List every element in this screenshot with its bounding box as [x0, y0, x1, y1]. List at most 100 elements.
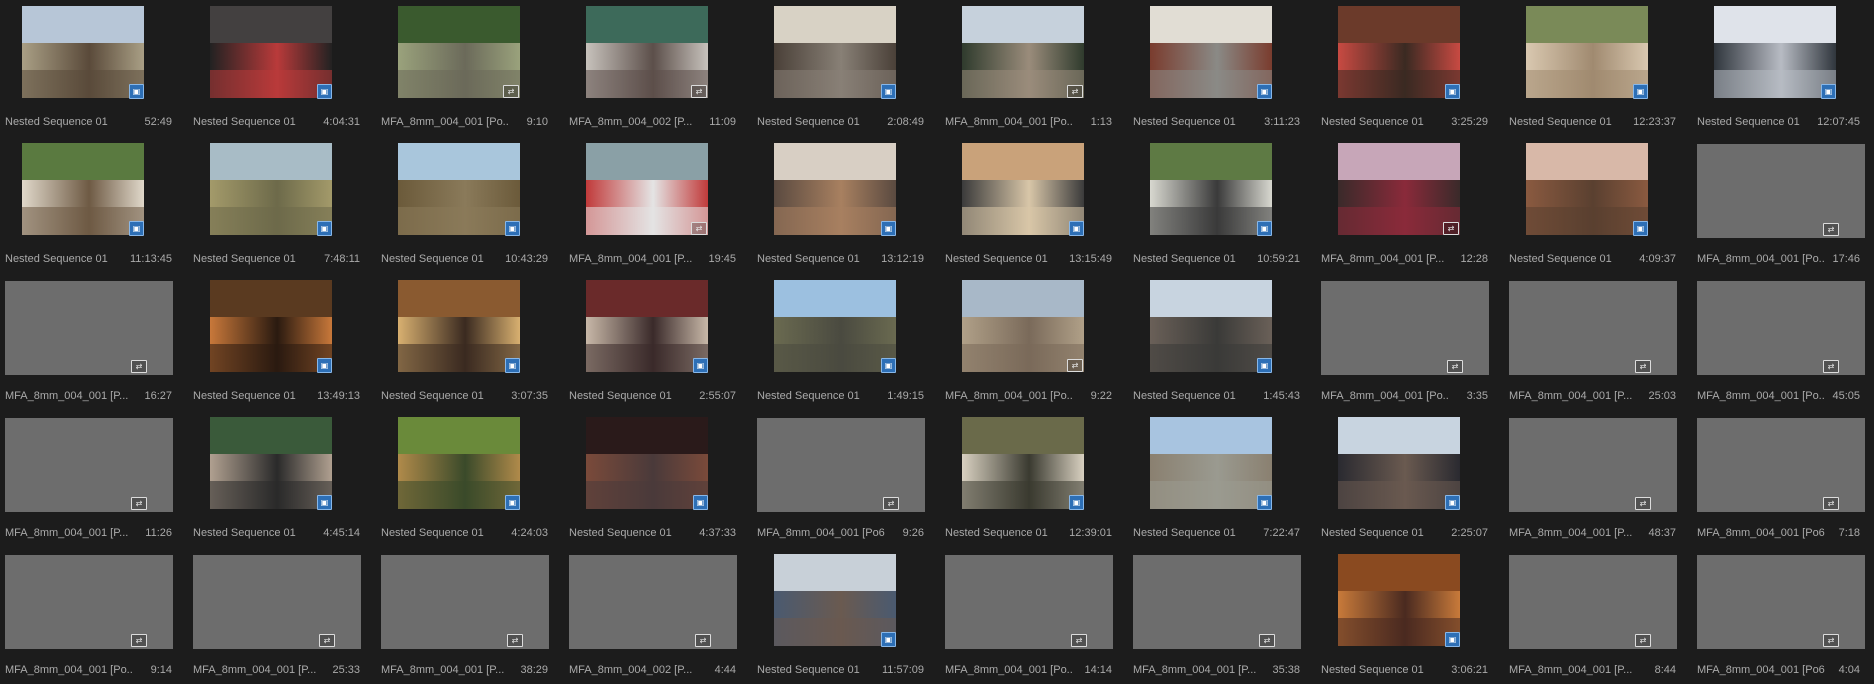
- clip-name: Nested Sequence 01: [381, 390, 484, 402]
- clip-tile[interactable]: ⇄ MFA_8mm_004_001 [P... 35:38: [1128, 554, 1301, 684]
- clip-tile[interactable]: ▣ Nested Sequence 01 2:25:07: [1316, 417, 1488, 547]
- clip-duration: 9:22: [1090, 390, 1112, 402]
- clip-name: Nested Sequence 01: [193, 527, 296, 539]
- clip-tile[interactable]: ▣ Nested Sequence 01 11:13:45: [0, 143, 172, 273]
- clip-tile[interactable]: ⇄ MFA_8mm_004_001 [Po... 9:10: [376, 6, 548, 136]
- clip-tile[interactable]: ▣ Nested Sequence 01 3:06:21: [1316, 554, 1488, 684]
- clip-tile[interactable]: ⇄ MFA_8mm_004_001 [P... 16:27: [0, 280, 173, 410]
- clip-tile[interactable]: ▣ Nested Sequence 01 3:11:23: [1128, 6, 1300, 136]
- clip-duration: 19:45: [708, 253, 736, 265]
- clip-tile[interactable]: ▣ Nested Sequence 01 7:22:47: [1128, 417, 1300, 547]
- clip-tile[interactable]: ⇄ MFA_8mm_004_002 [P... 11:09: [564, 6, 736, 136]
- clip-thumbnail: [1338, 6, 1460, 98]
- clip-tile[interactable]: ⇄ MFA_8mm_004_001 [P... 11:26: [0, 417, 173, 547]
- clip-duration: 4:04:31: [323, 116, 360, 128]
- clip-name: MFA_8mm_004_002 [P...: [569, 664, 693, 676]
- clip-thumbnail: [1338, 554, 1460, 646]
- clip-tile[interactable]: ▣ Nested Sequence 01 13:12:19: [752, 143, 924, 273]
- clip-tile[interactable]: ▣ Nested Sequence 01 4:04:31: [188, 6, 360, 136]
- clip-tile[interactable]: ⇄ MFA_8mm_004_001 [P... 25:03: [1504, 280, 1677, 410]
- clip-tile[interactable]: ⇄ MFA_8mm_004_001 [Po... 3:35: [1316, 280, 1489, 410]
- video-clip-icon: ⇄: [1067, 359, 1083, 372]
- clip-tile[interactable]: ▣ Nested Sequence 01 13:15:49: [940, 143, 1112, 273]
- clip-tile[interactable]: ▣ Nested Sequence 01 3:25:29: [1316, 6, 1488, 136]
- clip-tile[interactable]: ▣ Nested Sequence 01 2:55:07: [564, 280, 736, 410]
- clip-tile[interactable]: ⇄ MFA_8mm_004_001 [P... 19:45: [564, 143, 736, 273]
- clip-tile[interactable]: ▣ Nested Sequence 01 12:39:01: [940, 417, 1112, 547]
- nested-sequence-icon: ▣: [1257, 358, 1272, 373]
- video-clip-icon: ⇄: [1823, 360, 1839, 373]
- clip-tile[interactable]: ⇄ MFA_8mm_004_001 [P... 8:44: [1504, 554, 1677, 684]
- clip-name: Nested Sequence 01: [1697, 116, 1800, 128]
- clip-tile[interactable]: ▣ Nested Sequence 01 12:23:37: [1504, 6, 1676, 136]
- clip-tile[interactable]: ▣ Nested Sequence 01 12:07:45: [1692, 6, 1860, 136]
- clip-tile[interactable]: ⇄ MFA_8mm_004_001 [Po... 17:46: [1692, 143, 1865, 273]
- clip-thumbnail: [774, 280, 896, 372]
- clip-tile[interactable]: ▣ Nested Sequence 01 11:57:09: [752, 554, 924, 684]
- clip-tile[interactable]: ▣ Nested Sequence 01 4:09:37: [1504, 143, 1676, 273]
- clip-duration: 38:29: [520, 664, 548, 676]
- clip-tile[interactable]: ▣ Nested Sequence 01 4:45:14: [188, 417, 360, 547]
- clip-tile[interactable]: ⇄ MFA_8mm_004_002 [P... 4:44: [564, 554, 737, 684]
- clip-thumbnail: [586, 143, 708, 235]
- clip-name: Nested Sequence 01: [1509, 253, 1612, 265]
- video-clip-icon: ⇄: [1635, 634, 1651, 647]
- video-clip-icon: ⇄: [691, 85, 707, 98]
- clip-thumbnail-placeholder: [1509, 418, 1677, 512]
- video-clip-icon: ⇄: [1635, 497, 1651, 510]
- clip-tile[interactable]: ⇄ MFA_8mm_004_001 [Po6... 4:04: [1692, 554, 1865, 684]
- clip-name: Nested Sequence 01: [569, 390, 672, 402]
- clip-name: MFA_8mm_004_001 [P...: [193, 664, 317, 676]
- clip-thumbnail-placeholder: [5, 281, 173, 375]
- clip-thumbnail: [586, 280, 708, 372]
- clip-tile[interactable]: ⇄ MFA_8mm_004_001 [Po... 9:22: [940, 280, 1112, 410]
- clip-name: Nested Sequence 01: [381, 253, 484, 265]
- clip-thumbnail-placeholder: [1509, 555, 1677, 649]
- clip-tile[interactable]: ⇄ MFA_8mm_004_001 [Po... 45:05: [1692, 280, 1865, 410]
- clip-name: Nested Sequence 01: [5, 253, 108, 265]
- clip-tile[interactable]: ▣ Nested Sequence 01 7:48:11: [188, 143, 360, 273]
- video-clip-icon: ⇄: [691, 222, 707, 235]
- clip-thumbnail: [398, 417, 520, 509]
- clip-duration: 4:09:37: [1639, 253, 1676, 265]
- clip-thumbnail: [586, 417, 708, 509]
- clip-tile[interactable]: ⇄ MFA_8mm_004_001 [P... 12:28: [1316, 143, 1488, 273]
- clip-duration: 10:43:29: [505, 253, 548, 265]
- clip-tile[interactable]: ▣ Nested Sequence 01 4:24:03: [376, 417, 548, 547]
- video-clip-icon: ⇄: [1071, 634, 1087, 647]
- clip-name: Nested Sequence 01: [1133, 253, 1236, 265]
- clip-thumbnail-placeholder: [945, 555, 1113, 649]
- clip-tile[interactable]: ⇄ MFA_8mm_004_001 [P... 38:29: [376, 554, 549, 684]
- clip-tile[interactable]: ⇄ MFA_8mm_004_001 [Po... 1:13: [940, 6, 1112, 136]
- clip-duration: 11:13:45: [129, 253, 172, 265]
- video-clip-icon: ⇄: [131, 360, 147, 373]
- clip-tile[interactable]: ⇄ MFA_8mm_004_001 [Po... 9:14: [0, 554, 173, 684]
- clip-tile[interactable]: ▣ Nested Sequence 01 1:45:43: [1128, 280, 1300, 410]
- clip-tile[interactable]: ▣ Nested Sequence 01 4:37:33: [564, 417, 736, 547]
- clip-tile[interactable]: ⇄ MFA_8mm_004_001 [P... 48:37: [1504, 417, 1677, 547]
- clip-thumbnail: [774, 143, 896, 235]
- clip-tile[interactable]: ▣ Nested Sequence 01 10:59:21: [1128, 143, 1300, 273]
- clip-tile[interactable]: ▣ Nested Sequence 01 1:49:15: [752, 280, 924, 410]
- clip-tile[interactable]: ⇄ MFA_8mm_004_001 [P... 25:33: [188, 554, 361, 684]
- video-clip-icon: ⇄: [503, 85, 519, 98]
- clip-name: MFA_8mm_004_001 [Po...: [945, 116, 1073, 128]
- clip-tile[interactable]: ▣ Nested Sequence 01 3:07:35: [376, 280, 548, 410]
- clip-name: MFA_8mm_004_001 [Po...: [1321, 390, 1449, 402]
- clip-tile[interactable]: ⇄ MFA_8mm_004_001 [Po... 14:14: [940, 554, 1113, 684]
- clip-duration: 12:28: [1460, 253, 1488, 265]
- clip-tile[interactable]: ⇄ MFA_8mm_004_001 [Po6... 9:26: [752, 417, 925, 547]
- clip-name: Nested Sequence 01: [945, 527, 1048, 539]
- clip-tile[interactable]: ▣ Nested Sequence 01 2:08:49: [752, 6, 924, 136]
- clip-name: MFA_8mm_004_001 [P...: [1509, 527, 1633, 539]
- clip-thumbnail-placeholder: [1697, 144, 1865, 238]
- clip-tile[interactable]: ▣ Nested Sequence 01 13:49:13: [188, 280, 360, 410]
- clip-tile[interactable]: ▣ Nested Sequence 01 52:49: [0, 6, 172, 136]
- clip-name: Nested Sequence 01: [1133, 527, 1236, 539]
- nested-sequence-icon: ▣: [505, 358, 520, 373]
- clip-duration: 12:07:45: [1817, 116, 1860, 128]
- clip-tile[interactable]: ⇄ MFA_8mm_004_001 [Po6... 7:18: [1692, 417, 1865, 547]
- clip-duration: 12:23:37: [1633, 116, 1676, 128]
- clip-tile[interactable]: ▣ Nested Sequence 01 10:43:29: [376, 143, 548, 273]
- video-clip-icon: ⇄: [1067, 85, 1083, 98]
